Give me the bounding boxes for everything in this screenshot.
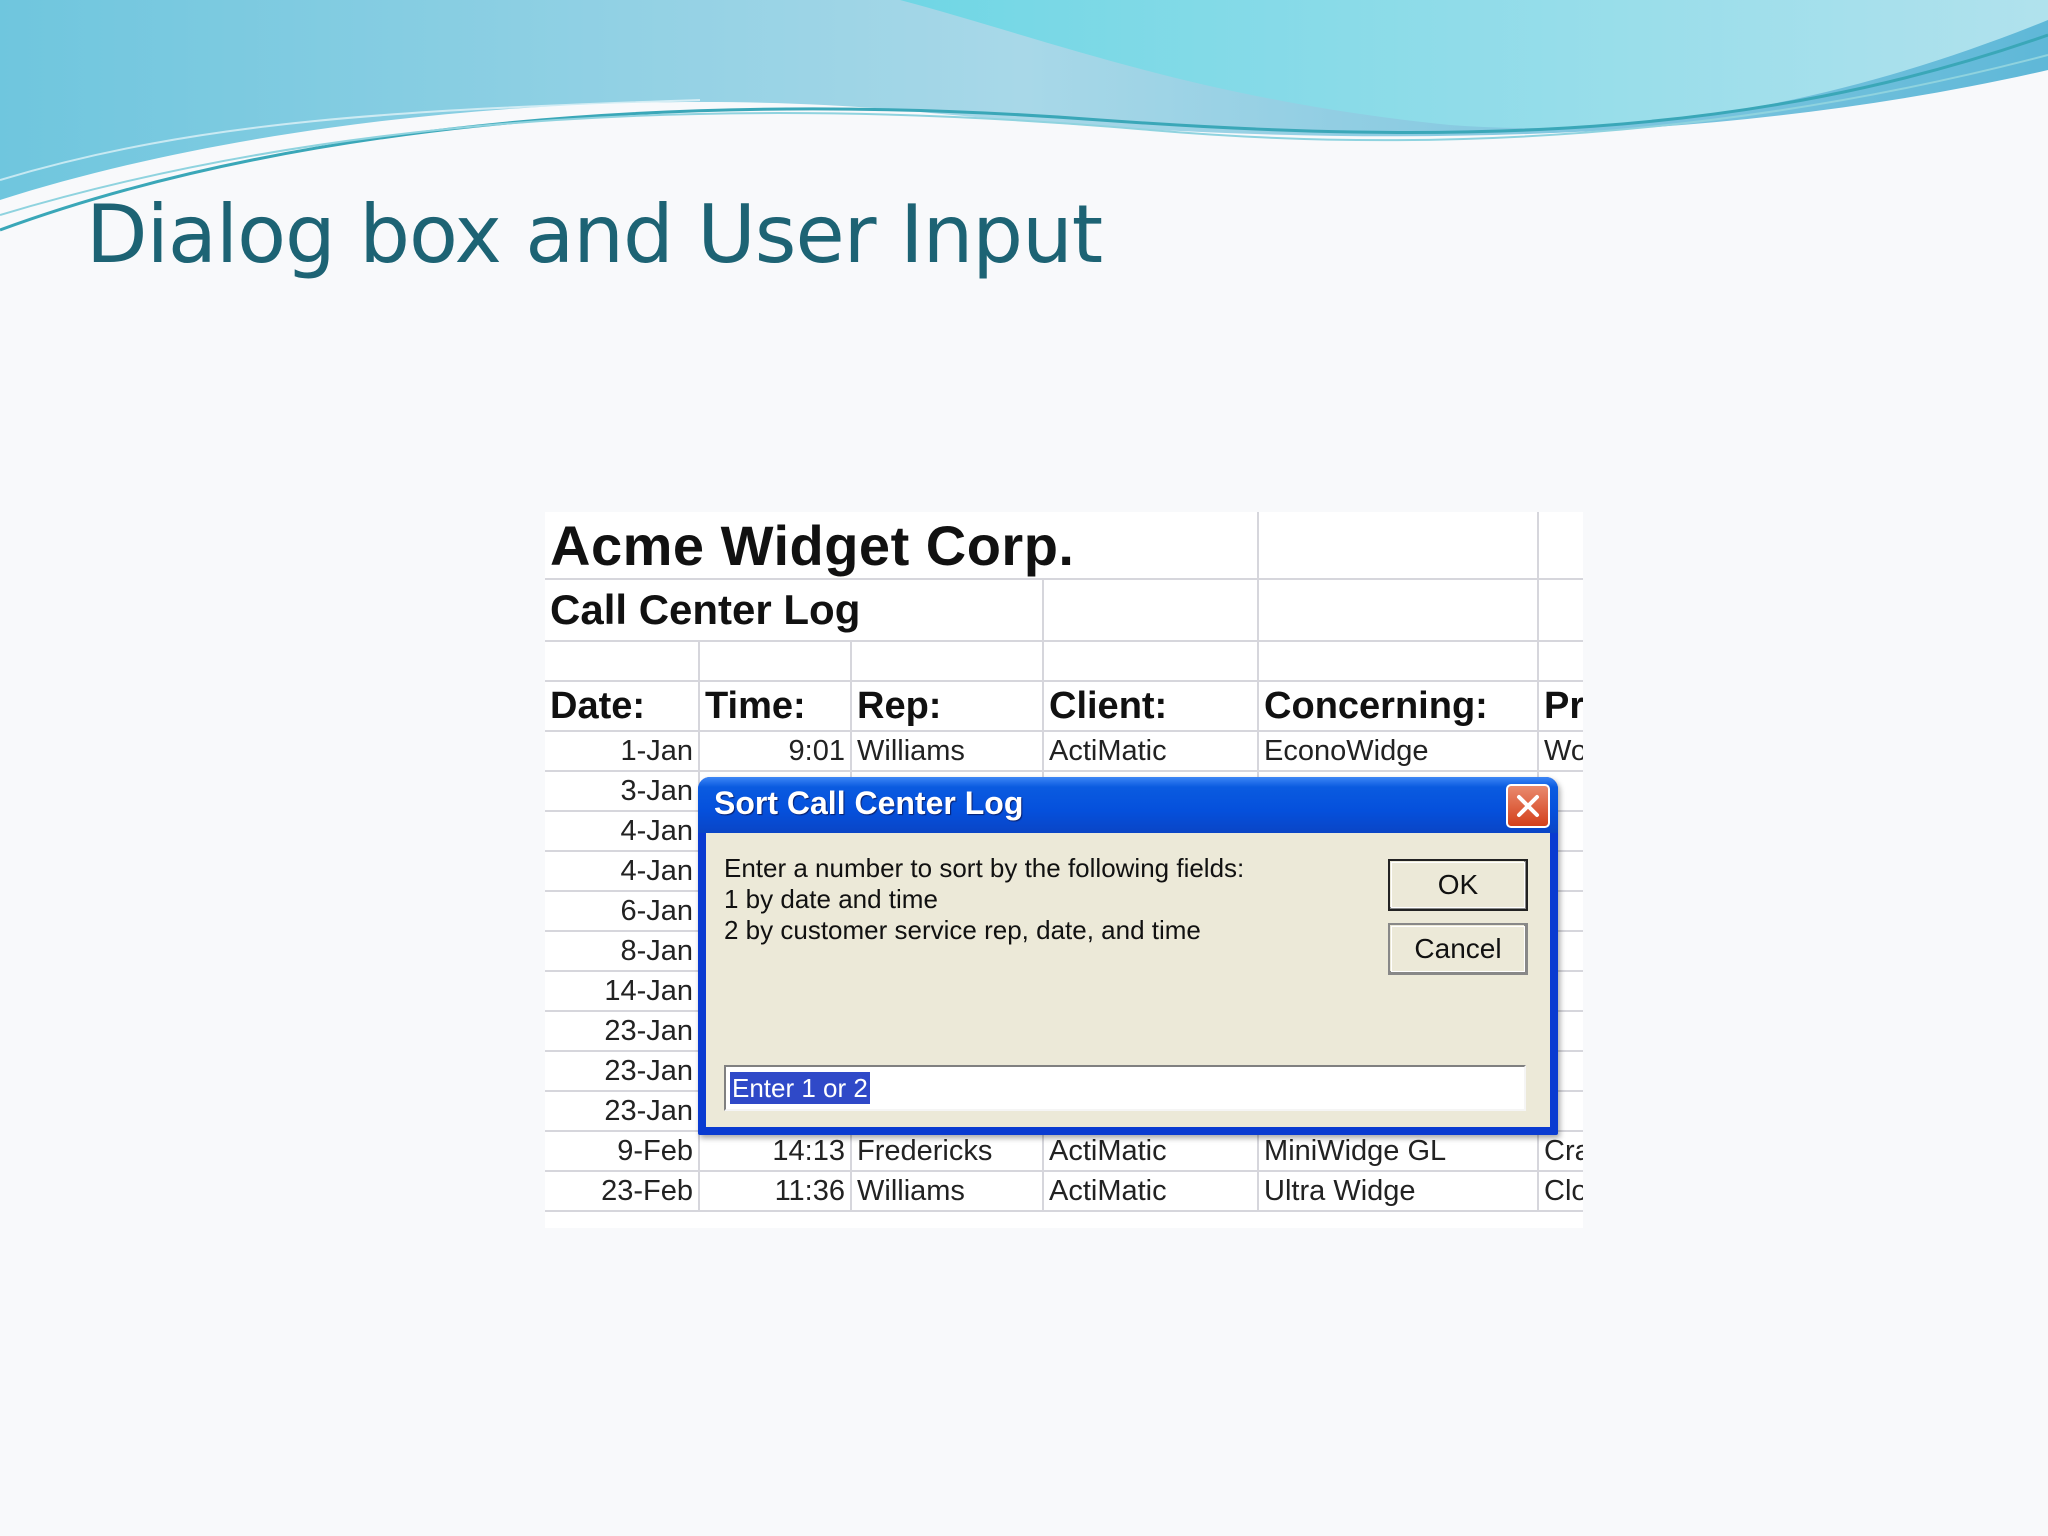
cell-date: 23-Jan (545, 1051, 700, 1092)
cell-date: 14-Jan (545, 971, 700, 1012)
dialog-prompt: Enter a number to sort by the following … (724, 853, 1364, 946)
cell-time: 9:01 (699, 731, 852, 772)
prompt-line: 1 by date and time (724, 884, 938, 914)
prompt-line: Enter a number to sort by the following … (724, 853, 1245, 883)
ok-button[interactable]: OK (1388, 859, 1528, 911)
cell-concerning: EconoWidge (1258, 731, 1540, 772)
sheet-cell (1043, 641, 1260, 682)
sheet-cell (851, 641, 1044, 682)
cell-date: 9-Feb (545, 1131, 700, 1172)
sheet-cell (1043, 579, 1260, 642)
input-value-selected: Enter 1 or 2 (730, 1072, 870, 1104)
cell-date: 8-Jan (545, 931, 700, 972)
table-row: 9-Feb 14:13 Fredericks ActiMatic MiniWidge G… (545, 1131, 1583, 1172)
sheet-cell (545, 641, 700, 682)
cell-client: ActiMatic (1043, 731, 1260, 772)
cell-date: 4-Jan (545, 811, 700, 852)
company-name: Acme Widget Corp. (545, 512, 1260, 580)
cell-date: 1-Jan (545, 731, 700, 772)
header-time: Time: (699, 681, 852, 732)
dialog-titlebar[interactable]: Sort Call Center Log (698, 777, 1558, 833)
header-concerning: Concerning: (1258, 681, 1540, 732)
cell-date: 3-Jan (545, 771, 700, 812)
cell-date: 6-Jan (545, 891, 700, 932)
cell-rep: Williams (851, 1171, 1044, 1212)
header-client: Client: (1043, 681, 1260, 732)
table-row: 23-Feb 11:36 Williams ActiMatic Ultra Widge C… (545, 1171, 1583, 1212)
cell-date: 23-Jan (545, 1011, 700, 1052)
cell-date: 23-Feb (545, 1171, 700, 1212)
cell-concerning: MiniWidge GL (1258, 1131, 1540, 1172)
dialog-title: Sort Call Center Log (714, 785, 1024, 821)
prompt-line: 2 by customer service rep, date, and tim… (724, 915, 1201, 945)
sort-choice-input[interactable]: Enter 1 or 2 (724, 1065, 1526, 1111)
header-row: Date: Time: Rep: Client: Concerning: Pr (545, 681, 1583, 732)
cell-pr: Clo (1538, 1171, 1583, 1212)
slide-title: Dialog box and User Input (86, 188, 1103, 281)
sheet-cell (1538, 579, 1583, 642)
sheet-cell (699, 641, 852, 682)
cell-time: 14:13 (699, 1131, 852, 1172)
sheet-subtitle: Call Center Log (545, 579, 1044, 642)
sheet-cell (1258, 579, 1540, 642)
cell-client: ActiMatic (1043, 1131, 1260, 1172)
cell-client: ActiMatic (1043, 1171, 1260, 1212)
header-rep: Rep: (851, 681, 1044, 732)
header-pr: Pr (1538, 681, 1583, 732)
cell-rep: Williams (851, 731, 1044, 772)
sheet-cell (1258, 512, 1540, 580)
cell-date: 4-Jan (545, 851, 700, 892)
header-date: Date: (545, 681, 700, 732)
sheet-cell (1538, 512, 1583, 580)
cell-pr: Cra (1538, 1131, 1583, 1172)
cell-concerning: Ultra Widge (1258, 1171, 1540, 1212)
cancel-button[interactable]: Cancel (1388, 923, 1528, 975)
close-x-icon (1517, 795, 1539, 817)
sort-dialog: Sort Call Center Log Enter a number to s… (698, 777, 1558, 1135)
sheet-cell (1538, 641, 1583, 682)
cell-time: 11:36 (699, 1171, 852, 1212)
cell-rep: Fredericks (851, 1131, 1044, 1172)
close-button[interactable] (1506, 784, 1550, 828)
cell-pr: Wo (1538, 731, 1583, 772)
table-row: 1-Jan 9:01 Williams ActiMatic EconoWidge Wo (545, 731, 1583, 772)
cell-date: 23-Jan (545, 1091, 700, 1132)
sheet-cell (1258, 641, 1540, 682)
dialog-body: Enter a number to sort by the following … (706, 833, 1550, 1127)
